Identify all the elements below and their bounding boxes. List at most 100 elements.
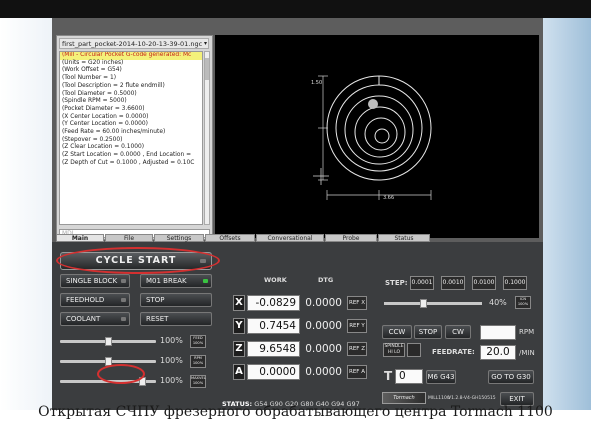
reset-label: RESET — [146, 315, 169, 323]
pocket-circle-5 — [364, 117, 398, 151]
gcode-line: (X Center Location = 0.0000) — [62, 113, 149, 120]
m6-g43-label: M6 G43 — [427, 373, 455, 381]
spindle-rpm-input[interactable] — [480, 325, 516, 340]
scrollbar-thumb[interactable] — [205, 58, 209, 80]
single-block-led — [121, 279, 126, 283]
spindle-range-toggle[interactable]: SPINDLE HI LO — [383, 343, 405, 357]
tab-status[interactable]: Status — [378, 234, 430, 242]
feedrate-input[interactable]: 20.0 — [480, 345, 516, 360]
dro-x-work[interactable]: -0.0829 — [247, 295, 300, 311]
maxvel-override-reset-button[interactable]: MAXVEL 100% — [190, 375, 206, 388]
dro-z-work[interactable]: 9.6548 — [247, 341, 300, 357]
dro-y-dtg: 0.0000 — [305, 320, 342, 332]
tab-offsets[interactable]: Offsets — [205, 234, 255, 242]
ref-x-button[interactable]: REF X — [347, 296, 367, 310]
spindle-range-label: SPINDLE HI LO — [384, 344, 404, 355]
m01-break-label: M01 BREAK — [146, 277, 187, 285]
gcode-line: (Spindle RPM = 5000) — [62, 98, 127, 105]
rpm-unit: RPM — [519, 328, 535, 336]
tab-conversational[interactable]: Conversational — [256, 234, 324, 242]
tool-label: T — [384, 369, 393, 383]
dro-a-work[interactable]: 0.0000 — [247, 364, 300, 380]
exit-label: EXIT — [509, 395, 525, 403]
pocket-circle-6 — [374, 128, 390, 144]
pocket-circle-2 — [335, 84, 423, 172]
dim-vertical-label: 1.50 — [311, 80, 323, 86]
ref-z-button[interactable]: REF Z — [347, 342, 367, 356]
cw-label: CW — [452, 328, 464, 336]
maxvel-highlight — [97, 364, 145, 384]
tab-main[interactable]: Main — [56, 234, 104, 242]
feedhold-button[interactable]: FEEDHOLD — [60, 293, 130, 307]
axis-z-label: Z — [233, 341, 245, 357]
tab-probe[interactable]: Probe — [325, 234, 377, 242]
gcode-file-selector[interactable]: first_part_pocket-2014-10-20-13-39-01.ng… — [59, 38, 209, 49]
gcode-line: (Z Clear Location = 0.1000) — [62, 144, 144, 151]
coolant-led — [121, 317, 126, 321]
spindle-stop-button[interactable]: STOP — [414, 325, 442, 339]
step-button-1[interactable]: 0.0010 — [441, 276, 465, 290]
dtg-header: DTG — [318, 276, 334, 284]
reset-button[interactable]: RESET — [140, 312, 212, 326]
gcode-filename: first_part_pocket-2014-10-20-13-39-01.ng… — [62, 40, 203, 48]
slide-background-left — [0, 18, 52, 410]
spindle-range-led — [407, 343, 421, 357]
goto-g30-label: GO TO G30 — [491, 373, 531, 381]
gcode-line: (Work Offset = G54) — [62, 67, 122, 74]
spindle-cw-button[interactable]: CW — [445, 325, 471, 339]
m6-g43-button[interactable]: M6 G43 — [426, 370, 456, 384]
goto-g30-button[interactable]: GO TO G30 — [488, 370, 534, 384]
step-button-3[interactable]: 0.1000 — [503, 276, 527, 290]
maxvel-override-percent: 100% — [160, 376, 183, 385]
tool-marker — [368, 99, 378, 109]
dro-y-work[interactable]: 0.7454 — [247, 318, 300, 334]
feedhold-led — [121, 298, 126, 302]
axis-x-label: X — [233, 295, 245, 311]
work-header: WORK — [264, 276, 287, 284]
feed-override-knob[interactable] — [105, 337, 112, 346]
ref-y-button[interactable]: REF Y — [347, 319, 367, 333]
ref-a-button[interactable]: REF A — [347, 365, 367, 379]
tab-settings[interactable]: Settings — [154, 234, 204, 242]
feed-override-slider[interactable] — [60, 337, 156, 346]
machine-model: MILL1100 — [428, 396, 450, 401]
spindle-ccw-button[interactable]: CCW — [382, 325, 412, 339]
m01-break-led — [203, 279, 208, 283]
gcode-line: (Units = G20 inches) — [62, 59, 124, 66]
gcode-text-area[interactable]: (Mill - Circular Pocket G-code generated… — [59, 51, 203, 225]
stop-button[interactable]: STOP — [140, 293, 212, 307]
spindle-rpm-slider-knob[interactable] — [420, 299, 428, 308]
dim-horizontal-label: 3.66 — [383, 195, 395, 201]
gcode-line: (Z Start Location = 0.0000 , End Locatio… — [62, 152, 192, 159]
gcode-line: (Pocket Diameter = 3.6600) — [62, 105, 145, 112]
rpm-override-percent: 100% — [160, 356, 183, 365]
dro-a-dtg: 0.0000 — [305, 366, 342, 378]
feedrate-label: FEEDRATE: — [432, 348, 475, 356]
tormach-logo: Tormach — [382, 392, 426, 404]
gcode-line: (Tool Diameter = 0.5000) — [62, 90, 137, 97]
rpm-override-slider[interactable] — [60, 357, 156, 366]
step-button-2[interactable]: 0.0100 — [472, 276, 496, 290]
gcode-line: (Tool Number = 1) — [62, 75, 117, 82]
tool-input[interactable]: 0 — [395, 369, 423, 384]
stop-label: STOP — [146, 296, 165, 304]
tab-file[interactable]: File — [105, 234, 153, 242]
gcode-panel: first_part_pocket-2014-10-20-13-39-01.ng… — [56, 35, 213, 240]
gcode-scrollbar[interactable] — [204, 51, 210, 225]
single-block-label: SINGLE BLOCK — [66, 277, 118, 285]
m01-break-button[interactable]: M01 BREAK — [140, 274, 212, 288]
toolpath-svg — [313, 75, 432, 200]
feedhold-label: FEEDHOLD — [66, 296, 105, 304]
spindle-rpm-percent: 40% — [489, 298, 507, 307]
dro-x-dtg: 0.0000 — [305, 297, 342, 309]
slide-background-right — [543, 18, 591, 410]
single-block-button[interactable]: SINGLE BLOCK — [60, 274, 130, 288]
coolant-button[interactable]: COOLANT — [60, 312, 130, 326]
feed-override-reset-button[interactable]: FEED 100% — [190, 335, 206, 348]
spindle-rpm-slider[interactable] — [384, 299, 482, 308]
rpm-reset-button[interactable]: ICN 100% — [515, 296, 531, 309]
step-button-0[interactable]: 0.0001 — [410, 276, 434, 290]
toolpath-plot[interactable]: 1.50 3.66 — [215, 35, 539, 238]
rpm-override-reset-button[interactable]: RPM 100% — [190, 355, 206, 368]
axis-a-label: A — [233, 364, 245, 380]
